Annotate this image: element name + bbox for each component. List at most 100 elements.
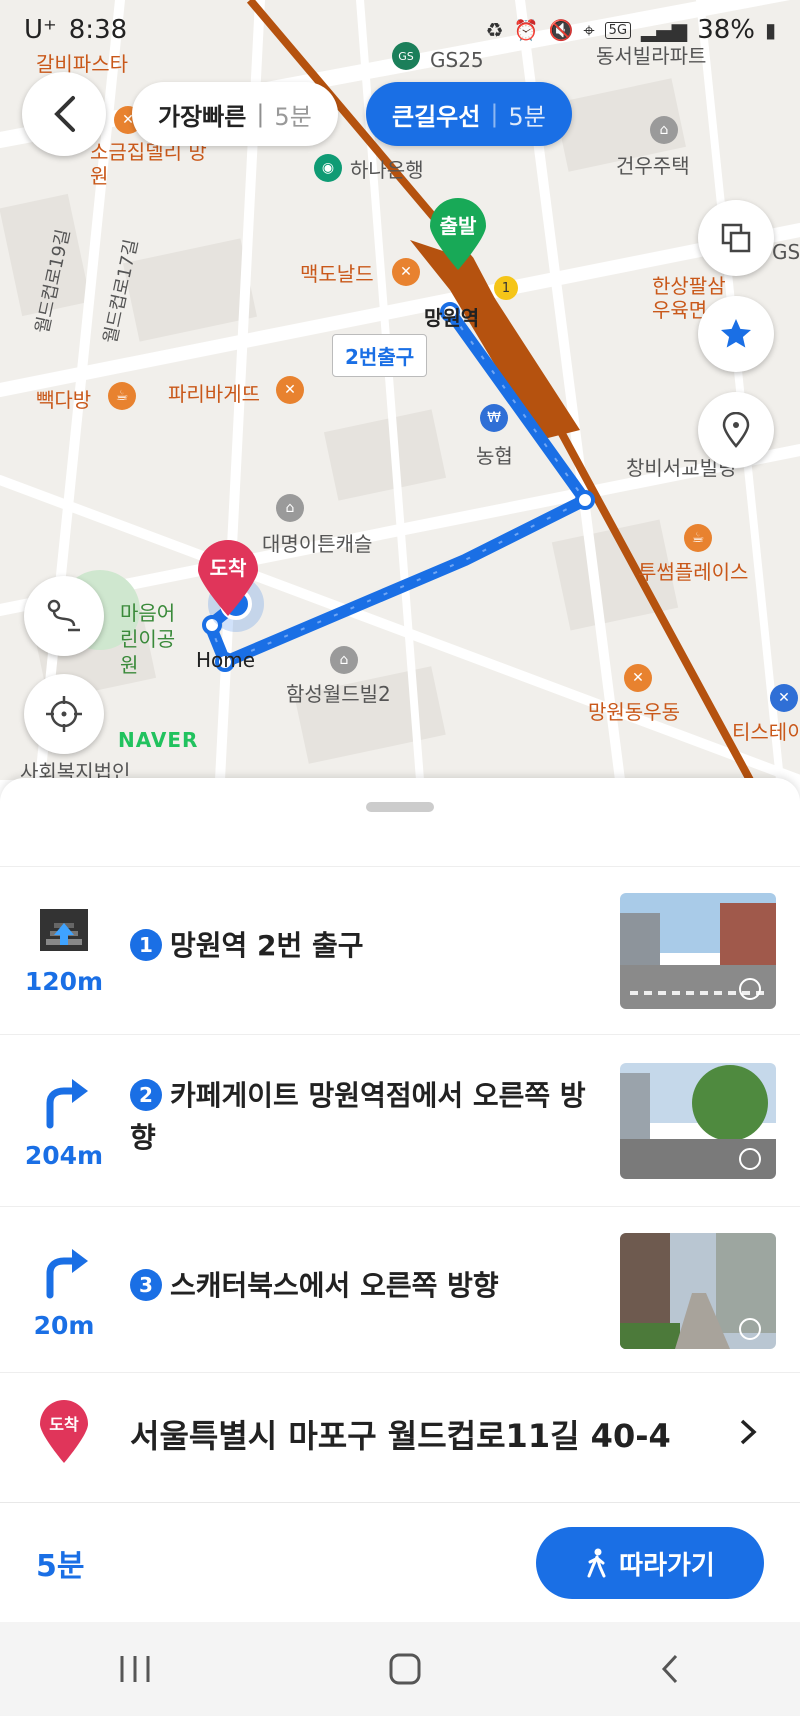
step-instruction: 스캐터북스에서 오른쪽 방향 xyxy=(170,1269,499,1302)
step-text-block: 1 망원역 2번 출구 xyxy=(130,925,590,967)
status-bar: U⁺ 8:38 ♻ ⏰ 🔇 ⌖ 5G ▂▄▆ 38% ▮ xyxy=(0,0,800,60)
battery-level: 38% xyxy=(697,15,755,45)
chevron-right-icon xyxy=(740,1419,757,1445)
step-number: 3 xyxy=(130,1269,162,1301)
route-option-label: 가장빠른 xyxy=(158,102,247,131)
street-view-thumbnail[interactable] xyxy=(620,893,776,1009)
subway-line-badge: 1 xyxy=(494,276,518,300)
poi-label[interactable]: 농협 xyxy=(476,440,513,469)
route-option-label: 큰길우선 xyxy=(392,102,481,131)
directions-sheet: 120m 1 망원역 2번 출구 204m 2 카페게이트 망원역점에서 오른쪽… xyxy=(0,778,800,1502)
poi-label[interactable]: 투썸플레이스 xyxy=(638,556,748,585)
poi-label[interactable]: 파리바게뜨 xyxy=(168,378,260,407)
poi-label[interactable]: 맥도날드 xyxy=(300,258,374,287)
battery-icon: ▮ xyxy=(764,18,776,42)
exit-label[interactable]: 2번출구 xyxy=(332,334,428,377)
cafe-icon: ☕ xyxy=(684,524,712,552)
turn-right-icon xyxy=(46,1249,88,1299)
step-text-block: 3 스캐터북스에서 오른쪽 방향 xyxy=(130,1265,590,1307)
poi-label[interactable]: 대명이튼캐슬 xyxy=(262,528,372,557)
turn-right-icon xyxy=(46,1079,88,1129)
route-option-time: 5분 xyxy=(508,102,546,131)
route-option-fastest[interactable]: 가장빠른 | 5분 xyxy=(132,82,338,146)
follow-button[interactable]: 따라가기 xyxy=(536,1527,764,1599)
poi-label[interactable]: 망원동우동 xyxy=(588,696,680,725)
total-time: 5분 xyxy=(36,1549,85,1584)
bank-icon: ◉ xyxy=(314,154,342,182)
poi-label[interactable]: 하나은행 xyxy=(350,154,424,183)
step-distance: 204m xyxy=(24,1141,104,1170)
pin-outline-icon xyxy=(722,412,750,448)
my-location-button[interactable] xyxy=(24,674,104,754)
poi-label[interactable]: 소금집델리 망원 xyxy=(90,140,210,188)
home-icon[interactable] xyxy=(388,1652,422,1686)
chevron-left-icon xyxy=(54,96,75,132)
street-view-thumbnail[interactable] xyxy=(620,1233,776,1349)
street-view-thumbnail[interactable] xyxy=(620,1063,776,1179)
step-distance: 20m xyxy=(33,1311,95,1340)
step-text-block: 2 카페게이트 망원역점에서 오른쪽 방향 xyxy=(130,1075,590,1159)
recycle-icon: ♻ xyxy=(485,18,504,42)
home-label: Home xyxy=(196,648,256,672)
place-button[interactable] xyxy=(698,392,774,468)
follow-button-label: 따라가기 xyxy=(619,1550,715,1581)
poi-label[interactable]: GS xyxy=(772,240,800,264)
poi-label[interactable]: 사회복지법인 xyxy=(20,756,130,780)
building-icon: ⌂ xyxy=(276,494,304,522)
restaurant-icon: ✕ xyxy=(276,376,304,404)
service-icon: ✕ xyxy=(770,684,798,712)
carrier-label: U⁺ xyxy=(24,15,57,45)
clock: 8:38 xyxy=(68,15,128,45)
end-marker[interactable]: 도착 xyxy=(196,540,260,618)
step-instruction: 카페게이트 망원역점에서 오른쪽 방향 xyxy=(130,1079,586,1154)
layers-icon xyxy=(721,223,751,253)
destination-badge: 도착 xyxy=(49,1415,79,1434)
step-number: 1 xyxy=(130,929,162,961)
layers-button[interactable] xyxy=(698,200,774,276)
back-button[interactable] xyxy=(22,72,106,156)
walking-person-icon xyxy=(587,1548,606,1578)
step-distance: 120m xyxy=(24,967,104,996)
poi-label[interactable]: 망원역 xyxy=(424,302,479,331)
bank-icon: ₩ xyxy=(480,404,508,432)
direction-step[interactable]: 204m 2 카페게이트 망원역점에서 오른쪽 방향 xyxy=(0,1034,800,1206)
mute-icon: 🔇 xyxy=(548,18,574,42)
restaurant-icon: ✕ xyxy=(624,664,652,692)
destination-row[interactable]: 도착 서울특별시 마포구 월드컵로11길 40-4 xyxy=(0,1372,800,1502)
start-marker[interactable]: 출발 xyxy=(428,198,488,272)
direction-step[interactable]: 20m 3 스캐터북스에서 오른쪽 방향 xyxy=(0,1206,800,1372)
step-instruction: 망원역 2번 출구 xyxy=(170,929,364,962)
stairs-icon xyxy=(40,909,88,951)
star-icon xyxy=(721,319,751,348)
destination-address: 서울특별시 마포구 월드컵로11길 40-4 xyxy=(130,1417,671,1455)
walk-route-button[interactable] xyxy=(24,576,104,656)
signal-icon: ▂▄▆ xyxy=(641,18,688,42)
poi-label[interactable]: 빽다방 xyxy=(36,384,91,413)
destination-marker: 도착 xyxy=(38,1399,90,1465)
start-marker-label: 출발 xyxy=(439,214,477,238)
building-icon: ⌂ xyxy=(650,116,678,144)
poi-label[interactable]: 건우주택 xyxy=(616,150,690,179)
cafe-icon: ☕ xyxy=(108,382,136,410)
poi-label[interactable]: 티스테이 xyxy=(732,716,800,745)
recent-apps-icon[interactable] xyxy=(118,1654,152,1684)
step-number: 2 xyxy=(130,1079,162,1111)
screen: 갈비파스타 GS25 하나은행 소금집델리 망원 맥도날드 망원역 한상팔삼 우… xyxy=(0,0,800,1716)
crosshair-icon xyxy=(46,696,82,732)
building-icon: ⌂ xyxy=(330,646,358,674)
poi-label[interactable]: 마음어린이공원 xyxy=(120,600,180,678)
route-option-time: 5분 xyxy=(274,102,312,131)
route-option-main-road[interactable]: 큰길우선 | 5분 xyxy=(366,82,572,146)
back-icon[interactable] xyxy=(658,1652,682,1686)
poi-label[interactable]: 함성월드빌2 xyxy=(286,678,391,707)
favorite-button[interactable] xyxy=(698,296,774,372)
location-icon: ⌖ xyxy=(583,18,595,42)
sheet-handle[interactable] xyxy=(366,802,434,812)
naver-watermark: NAVER xyxy=(118,728,199,752)
step-icon-column: 120m xyxy=(22,905,106,996)
route-icon xyxy=(47,599,80,632)
step-icon-column: 20m xyxy=(22,1243,106,1340)
step-icon-column: 204m xyxy=(22,1073,106,1170)
direction-step[interactable]: 120m 1 망원역 2번 출구 xyxy=(0,866,800,1034)
system-nav-bar xyxy=(0,1622,800,1716)
